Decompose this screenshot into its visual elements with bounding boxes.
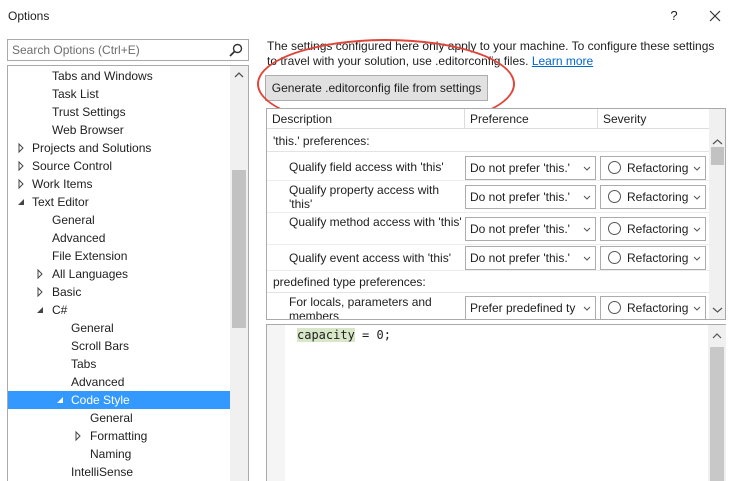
tree-item[interactable]: Naming bbox=[8, 445, 230, 463]
tree-item[interactable]: C# bbox=[8, 301, 230, 319]
tree-item[interactable]: Web Browser bbox=[8, 121, 230, 139]
tree-item[interactable]: General bbox=[8, 211, 230, 229]
tree-item[interactable]: General bbox=[8, 319, 230, 337]
collapse-icon[interactable] bbox=[36, 301, 46, 319]
tree-item[interactable]: Text Editor bbox=[8, 193, 230, 211]
table-row: Qualify property access with 'this' Do n… bbox=[267, 181, 709, 213]
tree-item[interactable]: Trust Settings bbox=[8, 103, 230, 121]
expand-icon[interactable] bbox=[17, 139, 27, 157]
search-placeholder: Search Options (Ctrl+E) bbox=[12, 43, 140, 57]
code-preview[interactable]: capacity = 0; bbox=[266, 324, 726, 481]
expand-icon[interactable] bbox=[74, 427, 84, 445]
tree-item[interactable]: Basic bbox=[8, 283, 230, 301]
scroll-thumb[interactable] bbox=[232, 170, 246, 328]
code-line: capacity = 0; bbox=[297, 328, 391, 342]
editor-gutter bbox=[267, 325, 285, 481]
grid-scrollbar[interactable] bbox=[709, 109, 725, 319]
severity-circle-icon bbox=[608, 251, 621, 264]
close-button[interactable] bbox=[704, 6, 726, 26]
search-icon[interactable] bbox=[228, 42, 244, 58]
chevron-down-icon bbox=[693, 227, 701, 232]
severity-circle-icon bbox=[608, 222, 621, 235]
options-tree[interactable]: Tabs and Windows Task List Trust Setting… bbox=[7, 65, 249, 481]
tree-item[interactable]: File Extension bbox=[8, 247, 230, 265]
scroll-up-icon[interactable] bbox=[234, 70, 244, 80]
learn-more-link[interactable]: Learn more bbox=[532, 54, 593, 68]
table-row: For locals, parameters and members Prefe… bbox=[267, 293, 709, 319]
tree-item[interactable]: General bbox=[8, 409, 230, 427]
severity-dropdown[interactable]: Refactoring bbox=[600, 156, 706, 180]
tree-item-selected[interactable]: Code Style bbox=[8, 391, 230, 409]
chevron-down-icon bbox=[693, 195, 701, 200]
title-bar: Options ? bbox=[0, 0, 734, 32]
tree-item[interactable]: Task List bbox=[8, 85, 230, 103]
section-header: 'this.' preferences: bbox=[267, 130, 709, 152]
tree-item[interactable]: IntelliSense bbox=[8, 463, 230, 481]
grid-header: Description Preference Severity bbox=[267, 109, 709, 129]
preference-dropdown[interactable]: Prefer predefined ty bbox=[465, 296, 596, 319]
tree-item[interactable]: Advanced bbox=[8, 373, 230, 391]
severity-dropdown[interactable]: Refactoring bbox=[600, 185, 706, 209]
preference-dropdown[interactable]: Do not prefer 'this.' bbox=[465, 185, 596, 209]
table-row: Qualify method access with 'this' Do not… bbox=[267, 213, 709, 245]
column-header-severity[interactable]: Severity bbox=[598, 109, 709, 129]
preference-dropdown[interactable]: Do not prefer 'this.' bbox=[465, 156, 596, 180]
search-input[interactable]: Search Options (Ctrl+E) bbox=[7, 39, 249, 61]
help-button[interactable]: ? bbox=[664, 6, 684, 26]
preference-dropdown[interactable]: Do not prefer 'this.' bbox=[465, 246, 596, 270]
scroll-down-icon[interactable] bbox=[712, 305, 723, 315]
section-header: predefined type preferences: bbox=[267, 271, 709, 293]
generate-editorconfig-button[interactable]: Generate .editorconfig file from setting… bbox=[265, 75, 488, 101]
severity-circle-icon bbox=[608, 190, 621, 203]
tree-item[interactable]: Scroll Bars bbox=[8, 337, 230, 355]
column-header-description[interactable]: Description bbox=[267, 109, 465, 129]
table-row: Qualify field access with 'this' Do not … bbox=[267, 153, 709, 181]
tree-item[interactable]: Tabs bbox=[8, 355, 230, 373]
tree-item[interactable]: All Languages bbox=[8, 265, 230, 283]
chevron-down-icon bbox=[583, 166, 591, 171]
collapse-icon[interactable] bbox=[17, 193, 27, 211]
scroll-thumb[interactable] bbox=[710, 347, 724, 481]
expand-icon[interactable] bbox=[17, 175, 27, 193]
info-text: The settings configured here only apply … bbox=[267, 39, 715, 68]
tree-item[interactable]: Tabs and Windows bbox=[8, 67, 230, 85]
collapse-icon[interactable] bbox=[56, 391, 66, 409]
chevron-down-icon bbox=[583, 195, 591, 200]
tree-item[interactable]: Advanced bbox=[8, 229, 230, 247]
editor-scrollbar[interactable] bbox=[708, 325, 726, 481]
chevron-down-icon bbox=[583, 256, 591, 261]
scroll-thumb[interactable] bbox=[711, 147, 724, 165]
severity-circle-icon bbox=[608, 301, 621, 314]
column-header-preference[interactable]: Preference bbox=[465, 109, 598, 129]
severity-circle-icon bbox=[608, 161, 621, 174]
chevron-down-icon bbox=[693, 256, 701, 261]
tree-item[interactable]: Formatting bbox=[8, 427, 230, 445]
chevron-down-icon bbox=[693, 166, 701, 171]
tree-scrollbar[interactable] bbox=[230, 66, 248, 481]
severity-dropdown[interactable]: Refactoring bbox=[600, 217, 706, 241]
expand-icon[interactable] bbox=[17, 157, 27, 175]
scroll-up-icon[interactable] bbox=[712, 137, 723, 147]
close-icon bbox=[709, 10, 721, 22]
chevron-down-icon bbox=[693, 306, 701, 311]
expand-icon[interactable] bbox=[36, 265, 46, 283]
tree-item[interactable]: Source Control bbox=[8, 157, 230, 175]
scroll-up-icon[interactable] bbox=[712, 331, 722, 341]
chevron-down-icon bbox=[583, 306, 591, 311]
tree-item[interactable]: Projects and Solutions bbox=[8, 139, 230, 157]
severity-dropdown[interactable]: Refactoring bbox=[600, 246, 706, 270]
preference-dropdown[interactable]: Do not prefer 'this.' bbox=[465, 217, 596, 241]
code-style-grid[interactable]: Description Preference Severity 'this.' … bbox=[266, 108, 726, 320]
table-row: Qualify event access with 'this' Do not … bbox=[267, 245, 709, 271]
window-title: Options bbox=[8, 9, 50, 23]
expand-icon[interactable] bbox=[36, 283, 46, 301]
chevron-down-icon bbox=[583, 227, 591, 232]
severity-dropdown[interactable]: Refactoring bbox=[600, 296, 706, 319]
tree-item[interactable]: Work Items bbox=[8, 175, 230, 193]
